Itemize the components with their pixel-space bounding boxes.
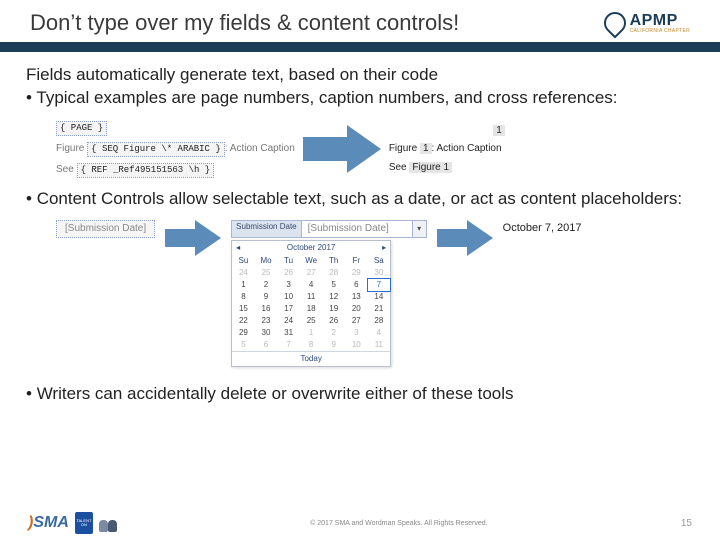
apmp-logo-text: APMP	[630, 13, 690, 29]
header-rule	[0, 42, 720, 52]
cal-day[interactable]: 18	[300, 303, 323, 315]
cal-day[interactable]: 11	[368, 339, 391, 351]
cal-day[interactable]: 6	[255, 339, 278, 351]
cal-day[interactable]: 9	[255, 291, 278, 303]
cal-day[interactable]: 27	[300, 267, 323, 279]
cal-day[interactable]: 16	[255, 303, 278, 315]
cal-day[interactable]: 1	[300, 327, 323, 339]
cal-day[interactable]: 4	[300, 279, 323, 291]
sma-logo: )SMA	[28, 514, 69, 532]
see-label: See	[56, 164, 74, 177]
cal-prev-button[interactable]: ◂	[236, 243, 240, 253]
cal-day[interactable]: 2	[255, 279, 278, 291]
cal-today-button[interactable]: Today	[232, 351, 390, 366]
cal-day[interactable]: 8	[300, 339, 323, 351]
cc-dropdown-button[interactable]: ▾	[412, 221, 426, 238]
cal-day[interactable]: 10	[277, 291, 300, 303]
talent-on-badge: TALENTON	[75, 512, 93, 534]
figure-label: Figure	[56, 143, 84, 156]
cal-day[interactable]: 25	[300, 315, 323, 327]
cal-day[interactable]: 29	[232, 327, 255, 339]
ref-field-code: { REF _Ref495151563 \h }	[77, 163, 215, 178]
apmp-logo-subtext: CALIFORNIA CHAPTER	[630, 29, 690, 34]
cal-day[interactable]: 30	[255, 327, 278, 339]
cal-day[interactable]: 7	[277, 339, 300, 351]
slide-title: Don’t type over my fields & content cont…	[30, 10, 459, 36]
cc-placeholder: [Submission Date]	[56, 220, 155, 239]
cal-month-label: October 2017	[287, 243, 335, 253]
page-field-code: { PAGE }	[56, 121, 107, 136]
cal-day[interactable]: 13	[345, 291, 368, 303]
cal-day[interactable]: 10	[345, 339, 368, 351]
arrow-icon	[165, 220, 221, 256]
cal-day[interactable]: 17	[277, 303, 300, 315]
cal-day[interactable]: 26	[277, 267, 300, 279]
arrow-icon	[303, 125, 381, 173]
cc-field[interactable]: [Submission Date]	[302, 221, 412, 238]
apmp-logo: APMP CALIFORNIA CHAPTER	[604, 12, 690, 34]
page-result: 1	[493, 125, 505, 136]
apmp-logo-icon	[604, 12, 626, 34]
cal-dow: Th	[322, 255, 345, 267]
people-icon	[99, 514, 117, 532]
cal-day[interactable]: 24	[277, 315, 300, 327]
cal-day[interactable]: 3	[277, 279, 300, 291]
fields-result-column: 1 Figure 1: Action Caption See Figure 1	[389, 125, 529, 175]
fields-codes-column: { PAGE } Figure { SEQ Figure \* ARABIC }…	[56, 121, 295, 179]
cal-day[interactable]: 22	[232, 315, 255, 327]
cal-day[interactable]: 9	[322, 339, 345, 351]
cal-day[interactable]: 29	[345, 267, 368, 279]
cal-day[interactable]: 11	[300, 291, 323, 303]
cal-day[interactable]: 24	[232, 267, 255, 279]
content-control: Submission Date [Submission Date] ▾ ◂ Oc…	[231, 220, 426, 368]
cal-day[interactable]: 8	[232, 291, 255, 303]
cal-day[interactable]: 5	[232, 339, 255, 351]
cal-day[interactable]: 28	[368, 315, 391, 327]
cal-day[interactable]: 30	[368, 267, 391, 279]
cal-day[interactable]: 5	[322, 279, 345, 291]
cal-day[interactable]: 27	[345, 315, 368, 327]
cal-day[interactable]: 26	[322, 315, 345, 327]
bullet-2: Content Controls allow selectable text, …	[26, 188, 694, 209]
cc-title-tab: Submission Date	[232, 221, 301, 238]
cal-dow: Mo	[255, 255, 278, 267]
cal-dow: Fr	[345, 255, 368, 267]
cal-day[interactable]: 31	[277, 327, 300, 339]
footer-logos: )SMA TALENTON	[28, 512, 117, 534]
figure-result: Figure 1: Action Caption	[389, 143, 529, 156]
cal-day[interactable]: 20	[345, 303, 368, 315]
cal-day[interactable]: 3	[345, 327, 368, 339]
cal-day[interactable]: 1	[232, 279, 255, 291]
cal-dow: Sa	[368, 255, 391, 267]
see-result: See Figure 1	[389, 162, 529, 175]
cal-day[interactable]: 15	[232, 303, 255, 315]
cal-day[interactable]: 2	[322, 327, 345, 339]
bullet-3: Writers can accidentally delete or overw…	[26, 383, 694, 404]
bullet-1: Typical examples are page numbers, capti…	[26, 87, 694, 108]
cal-day[interactable]: 23	[255, 315, 278, 327]
cal-day[interactable]: 21	[368, 303, 391, 315]
cal-dow: Su	[232, 255, 255, 267]
cc-result: October 7, 2017	[503, 222, 582, 236]
cal-dow: Tu	[277, 255, 300, 267]
cal-day[interactable]: 14	[368, 291, 391, 303]
cal-day[interactable]: 6	[345, 279, 368, 291]
cal-day[interactable]: 12	[322, 291, 345, 303]
figure-field-code: { SEQ Figure \* ARABIC }	[87, 142, 225, 157]
arrow-icon	[437, 220, 493, 256]
cal-next-button[interactable]: ▸	[382, 243, 386, 253]
copyright-text: © 2017 SMA and Wordman Speaks. All Right…	[117, 520, 681, 527]
cal-day[interactable]: 28	[322, 267, 345, 279]
cal-dow: We	[300, 255, 323, 267]
intro-text: Fields automatically generate text, base…	[26, 64, 694, 85]
figure-suffix: : Action Caption	[225, 143, 295, 156]
date-picker-popup[interactable]: ◂ October 2017 ▸ SuMoTuWeThFrSa242526272…	[231, 240, 391, 367]
cal-day[interactable]: 4	[368, 327, 391, 339]
cal-day[interactable]: 19	[322, 303, 345, 315]
cal-day[interactable]: 7	[368, 279, 391, 291]
page-number: 15	[681, 518, 692, 529]
cal-day[interactable]: 25	[255, 267, 278, 279]
